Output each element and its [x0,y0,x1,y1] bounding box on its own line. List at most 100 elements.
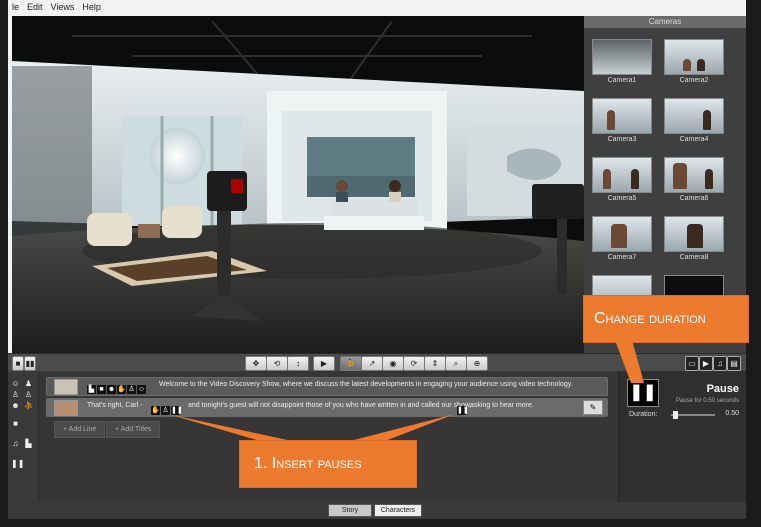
scene-viewport[interactable] [12,16,584,353]
walk-icon[interactable]: ♙ [11,390,20,399]
line-2-text-end[interactable]: asking to hear more. [470,402,534,409]
gesture-icon[interactable]: ☺ [11,379,20,388]
add-line-button[interactable]: + Add Line [54,421,106,438]
tab-story[interactable]: Story [328,504,372,517]
duration-value[interactable]: 0.50 [725,410,739,417]
camera-thumb-6[interactable]: Camera6 [664,157,724,202]
camera-label: Camera5 [607,195,637,202]
camera-label: Camera8 [679,254,709,261]
camera-thumb-2[interactable]: Camera2 [664,39,724,84]
change-duration-text: Change duration [594,310,706,327]
menu-help[interactable]: Help [78,0,105,12]
pause-icon: ❚❚ [627,379,659,407]
camera-thumb-7[interactable]: Camera7 [592,216,652,261]
duration-label: Duration: [629,411,658,418]
dialogue-line-2[interactable]: That's right, Carl - ✋ ♙ ❚❚ and tonight's … [46,398,608,417]
avatar[interactable] [54,379,78,395]
face-icon[interactable]: ☻ [107,385,116,395]
gesture-icon[interactable]: ✋ [117,385,126,395]
layout-icon[interactable]: ▭ [685,356,699,371]
scene-toolbar: ■ ▮▮ ✥ ⟲ ↕ ▶ ⛹ ↗ ◉ ⟳ ⇕ ⌕ ⊕ ▭ ▶ ♫ ▤ [8,353,746,372]
run-icon[interactable]: ⛹ [24,401,34,410]
scene-icon[interactable]: ▙ [24,439,33,448]
camera-label: Camera4 [679,136,709,143]
line-2-text-middle[interactable]: and tonight's guest will not disappoint … [188,402,471,409]
camera-icon[interactable]: ■ [97,385,106,395]
view-split-icon[interactable]: ▮▮ [24,356,36,371]
camera-5-preview [592,157,652,193]
line-1-actions: ▙ ■ ☻ ✋ ♙ ☺ [87,381,147,399]
insert-pauses-callout: 1. Insert pauses [240,441,416,487]
camera-thumb-3[interactable]: Camera3 [592,98,652,143]
camera-thumb-5[interactable]: Camera5 [592,157,652,202]
emote-icon[interactable]: ☻ [11,401,20,410]
duration-slider[interactable] [671,411,715,419]
insert-pauses-text: 1. Insert pauses [254,455,362,472]
properties-subtitle: Pause for 0.50 seconds [675,398,739,404]
video-icon[interactable]: ▶ [699,356,713,371]
camera-thumb-8[interactable]: Camera8 [664,216,724,261]
vertical-tool-icon[interactable]: ↕ [287,356,309,371]
left-edge [8,0,12,353]
studio-scene [12,16,584,353]
camera-label: Camera6 [679,195,709,202]
music-icon[interactable]: ♫ [713,356,727,371]
camera-7-preview [592,216,652,252]
camera-label: Camera1 [607,77,637,84]
orbit-tool-icon[interactable]: ⟲ [266,356,288,371]
emote-icon[interactable]: ☺ [137,385,146,395]
line-2-pause: ❚❚ [457,402,469,420]
camera-6-preview [664,157,724,193]
add-titles-button[interactable]: + Add Titles [106,421,161,438]
line-2-text-start[interactable]: That's right, Carl - [87,402,142,409]
play-button[interactable]: ▶ [313,356,335,371]
line-2-actions: ✋ ♙ ❚❚ [151,402,183,420]
camera-label: Camera7 [607,254,637,261]
walk-icon[interactable]: ♙ [161,406,170,416]
eye-tool-icon[interactable]: ◉ [382,356,404,371]
menu-edit[interactable]: Edit [23,0,47,12]
edit-icon[interactable]: ✎ [583,400,603,415]
duration-slider-handle[interactable] [673,411,679,419]
camera-4-preview [664,98,724,134]
pause-properties-panel: ❚❚ Pause Pause for 0.50 seconds Duration… [618,371,746,502]
camera-3-preview [592,98,652,134]
sound-icon[interactable]: ♫ [11,439,20,448]
character-tool-icon[interactable]: ⛹ [340,356,362,371]
height-tool-icon[interactable]: ⇕ [424,356,446,371]
camera-8-preview [664,216,724,252]
walk-icon[interactable]: ♙ [127,385,136,395]
zoom-fit-icon[interactable]: ⊕ [466,356,488,371]
dialogue-line-1[interactable]: ▙ ■ ☻ ✋ ♙ ☺ Welcome to the Video Discovery Sh… [46,377,608,396]
camera-thumb-4[interactable]: Camera4 [664,98,724,143]
camera-label: Camera2 [679,77,709,84]
pause-marker-icon[interactable]: ❚❚ [171,406,183,416]
gesture-icon[interactable]: ✋ [151,406,160,416]
move-tool-icon[interactable]: ✥ [245,356,267,371]
film-icon[interactable]: ▤ [727,356,741,371]
menu-bar: le Edit Views Help [8,0,746,16]
rotate-tool-icon[interactable]: ⟳ [403,356,425,371]
tab-characters[interactable]: Characters [374,504,422,517]
scene-icon[interactable]: ▙ [87,385,96,395]
avatar[interactable] [54,400,78,416]
pause-icon[interactable]: ❚❚ [11,459,24,468]
walk-tool-icon[interactable]: ↗ [361,356,383,371]
cameras-panel-title: Cameras [584,16,746,28]
line-1-text[interactable]: Welcome to the Video Discovery Show, whe… [159,381,573,388]
figure-icon[interactable]: ♟ [24,379,33,388]
zoom-in-icon[interactable]: ⌕ [445,356,467,371]
pause-marker-icon[interactable]: ❚❚ [457,406,469,416]
properties-title: Pause [706,383,739,395]
menu-views[interactable]: Views [47,0,79,12]
camera-thumb-1[interactable]: Camera1 [592,39,652,84]
change-duration-callout: Change duration [584,296,748,342]
camera-label: Camera3 [607,136,637,143]
camera-2-preview [664,39,724,75]
move-icon[interactable]: ♙ [24,390,33,399]
camera-1-preview [592,39,652,75]
action-palette: ☺ ♟ ♙ ♙ ☻ ⛹ ■ ♫ ▙ ❚❚ [8,371,39,502]
camera-icon[interactable]: ■ [11,419,20,428]
editor-tabs: Story Characters [8,502,746,519]
view-single-icon[interactable]: ■ [12,356,24,371]
